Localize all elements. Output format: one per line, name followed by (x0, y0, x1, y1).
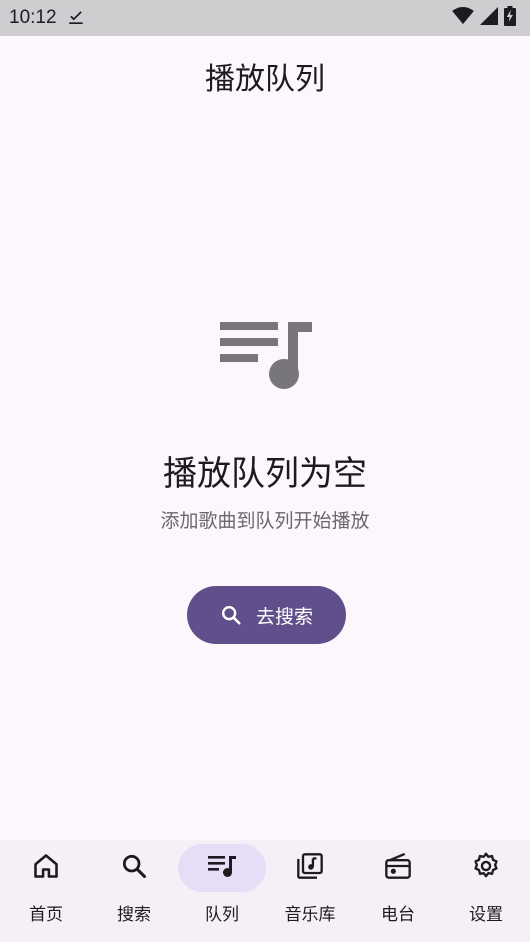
empty-state-subtitle: 添加歌曲到队列开始播放 (160, 510, 370, 532)
search-icon (120, 852, 148, 884)
nav-item-search[interactable]: 搜索 (90, 840, 178, 942)
status-bar: 10:12 (0, 0, 530, 36)
go-search-label: 去搜索 (255, 606, 313, 628)
download-done-icon (67, 9, 85, 27)
nav-pill (266, 844, 354, 892)
nav-label-settings: 设置 (469, 905, 503, 925)
battery-charging-icon (504, 6, 516, 30)
home-icon (32, 852, 60, 884)
library-music-icon (296, 852, 324, 884)
wifi-icon (452, 7, 474, 29)
signal-icon (480, 7, 498, 29)
go-search-button[interactable]: 去搜索 (187, 586, 346, 644)
nav-label-home: 首页 (29, 905, 63, 925)
queue-music-icon (218, 318, 314, 390)
app-screen: 10:12 播放队列 播放队列为空 添加歌曲到队列开始播放 去搜索 首页 搜索 … (0, 0, 530, 942)
search-icon (220, 604, 242, 626)
nav-item-library[interactable]: 音乐库 (266, 840, 354, 942)
nav-pill (442, 844, 530, 892)
nav-label-library: 音乐库 (284, 905, 336, 925)
nav-pill (90, 844, 178, 892)
nav-pill (2, 844, 90, 892)
nav-item-radio[interactable]: 电台 (354, 840, 442, 942)
status-icons (452, 6, 516, 30)
nav-label-search: 搜索 (117, 905, 151, 925)
empty-state-title: 播放队列为空 (163, 454, 367, 494)
nav-label-queue: 队列 (205, 905, 239, 925)
status-time: 10:12 (9, 7, 57, 28)
nav-item-queue[interactable]: 队列 (178, 840, 266, 942)
nav-item-home[interactable]: 首页 (2, 840, 90, 942)
radio-icon (384, 852, 412, 884)
nav-label-radio: 电台 (381, 905, 415, 925)
page-title: 播放队列 (205, 62, 325, 97)
queue-music-icon (207, 854, 237, 882)
nav-item-settings[interactable]: 设置 (442, 840, 530, 942)
nav-pill (354, 844, 442, 892)
bottom-navigation: 首页 搜索 队列 音乐库 电台 设置 (0, 840, 530, 942)
nav-pill-active (178, 844, 266, 892)
settings-icon (472, 852, 500, 884)
